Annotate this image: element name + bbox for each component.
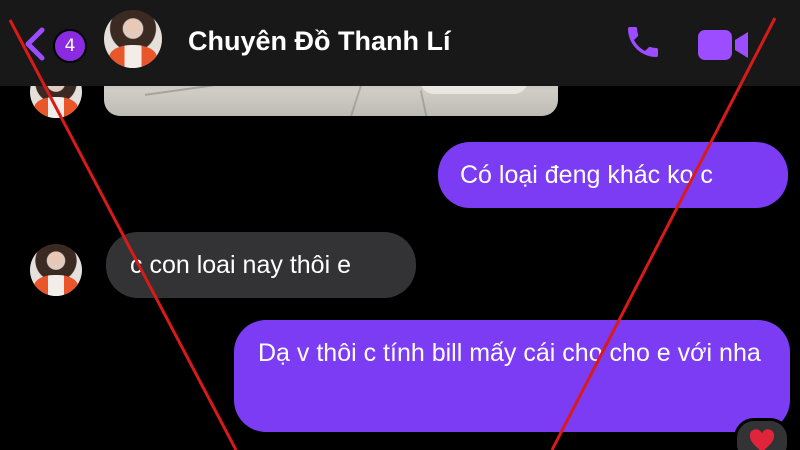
photo-floor-line: [419, 90, 431, 116]
contact-name[interactable]: Chuyên Đồ Thanh Lí: [188, 26, 451, 57]
outgoing-message[interactable]: Có loại đeng khác ko c: [438, 142, 788, 208]
outgoing-message[interactable]: Dạ v thôi c tính bill mấy cái cho cho e …: [234, 320, 790, 432]
call-button[interactable]: [622, 22, 664, 66]
incoming-message[interactable]: c con loai nay thôi e: [106, 232, 416, 298]
photo-floor-line: [347, 84, 363, 116]
heart-icon: [749, 429, 775, 450]
back-button[interactable]: 4: [22, 22, 92, 66]
avatar-face: [126, 19, 140, 34]
sender-avatar[interactable]: [30, 244, 82, 296]
heart-reaction[interactable]: [734, 418, 790, 450]
avatar-outfit: [108, 44, 158, 68]
chevron-left-icon: [25, 27, 45, 61]
chat-header: 4 Chuyên Đồ Thanh Lí: [0, 0, 800, 86]
avatar-outfit: [34, 275, 78, 296]
phone-icon: [628, 27, 658, 57]
contact-avatar[interactable]: [104, 10, 162, 68]
video-call-button[interactable]: [696, 28, 752, 66]
unread-count-badge: 4: [53, 29, 87, 63]
video-camera-icon: [698, 30, 748, 60]
avatar-outfit: [34, 97, 78, 118]
avatar-face: [49, 252, 63, 265]
